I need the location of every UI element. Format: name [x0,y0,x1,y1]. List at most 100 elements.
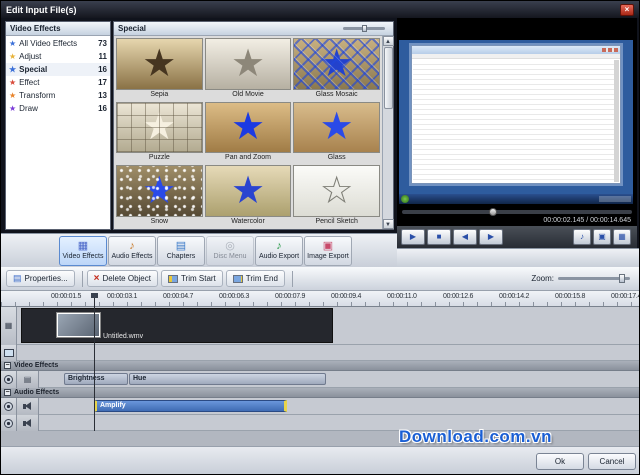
effect-label: Glass [293,153,380,163]
video-effects-group-header[interactable]: − Video Effects [1,361,640,371]
star-icon: ★ [117,166,202,216]
star-icon: ★ [294,103,379,153]
tab-video-effects[interactable]: ▦Video Effects [59,236,107,266]
close-button[interactable]: × [620,4,634,16]
audio-export-icon: ♪ [276,241,282,252]
tab-audio-export[interactable]: ♪Audio Export [255,236,303,266]
speaker-icon [23,402,33,411]
audio-effects-group-header[interactable]: − Audio Effects [1,388,640,398]
transition-track-gutter [1,345,17,361]
thumbnail-size-slider[interactable] [343,27,385,30]
delete-object-label: Delete Object [103,274,151,283]
effect-thumbnail[interactable]: ★Glass Mosaic [293,38,380,100]
effect-thumbnail[interactable]: ★Puzzle [116,102,203,164]
category-star-icon: ★ [9,79,16,87]
seek-bar[interactable] [402,210,632,214]
video-track-lane[interactable]: Untitled.wmv [17,307,640,345]
trim-end-icon [233,275,243,283]
effect-thumbnail[interactable]: ★Glass [293,102,380,164]
slider-handle[interactable] [362,25,367,32]
gallery-scrollbar[interactable]: ▲ ▼ [382,36,393,229]
audio-effect-clip-amplify[interactable]: Amplify [94,400,287,412]
eye-icon[interactable] [4,419,13,428]
video-effects-lane[interactable]: BrightnessHue [39,371,640,388]
eye-icon[interactable] [4,402,13,411]
tab-chapters[interactable]: ▤Chapters [157,236,205,266]
collapse-icon[interactable]: − [4,362,11,369]
video-clip[interactable]: Untitled.wmv [21,308,333,343]
scrollbar-thumb[interactable] [384,47,393,109]
transition-track-lane[interactable] [17,345,640,361]
volume-button[interactable]: ♪ [573,229,591,245]
stop-button[interactable]: ■ [427,229,451,245]
scroll-down-icon[interactable]: ▼ [383,219,394,229]
effect-thumbnail[interactable]: ★Pan and Zoom [205,102,292,164]
effects-category-item[interactable]: ★Adjust11 [6,50,110,63]
delete-object-button[interactable]: × Delete Object [87,270,158,287]
preview-panel: 00:00:02.145 / 00:00:14.645 ▶ ■ ◀ ▶ ♪ ▣ … [397,18,637,248]
effect-label: Snow [116,217,203,227]
effects-category-item[interactable]: ★Draw16 [6,102,110,115]
effects-category-item[interactable]: ★All Video Effects73 [6,37,110,50]
play-icon: ▶ [410,233,416,241]
title-bar[interactable]: Edit Input File(s) × [1,1,639,18]
preview-window-titlebar [412,46,621,54]
ok-button[interactable]: Ok [536,453,584,470]
speaker-icon [23,419,33,428]
scroll-up-icon[interactable]: ▲ [383,36,394,46]
preview-window-menubar [412,54,621,59]
category-count: 17 [98,78,107,87]
effect-thumbnail[interactable]: ★Snow [116,165,203,227]
eye-icon[interactable] [4,375,13,384]
properties-button[interactable]: ▤ Properties... [6,270,75,287]
play-button[interactable]: ▶ [401,229,425,245]
trim-start-icon [168,275,178,283]
tab-audio-effects[interactable]: ♪Audio Effects [108,236,156,266]
seek-handle[interactable] [489,208,497,216]
preview-taskbar [399,194,633,204]
effect-thumbnail[interactable]: ★Sepia [116,38,203,100]
video-track-row: ▦ Untitled.wmv [1,307,640,345]
effect-clip-hue[interactable]: Hue [129,373,326,385]
ruler-tick-label: 00:00:09.4 [331,293,361,300]
ruler-tick-label: 00:00:04.7 [163,293,193,300]
preview-window-content [413,60,615,182]
cancel-button[interactable]: Cancel [588,453,636,470]
effect-thumbnail[interactable]: ★Watercolor [205,165,292,227]
timeline-zoom-slider[interactable] [558,277,630,280]
snapshot-button[interactable]: ▣ [593,229,611,245]
volume-icon: ♪ [580,233,584,241]
category-count: 16 [98,65,107,74]
trim-end-button[interactable]: Trim End [226,270,285,287]
category-label: Effect [19,78,98,87]
effects-category-item[interactable]: ★Transform13 [6,89,110,102]
effect-clip-brightness[interactable]: Brightness [64,373,128,385]
effect-thumbnail[interactable]: ★Old Movie [205,38,292,100]
edit-input-files-dialog: Edit Input File(s) × Video Effects ★All … [0,0,640,475]
zoom-slider-handle[interactable] [619,274,625,283]
disc-icon: ◎ [225,241,235,252]
previous-frame-icon: ◀ [462,233,468,241]
category-label: Adjust [19,52,98,61]
star-icon: ★ [117,39,202,89]
tab-label: Chapters [167,253,195,261]
audio-effects-lane[interactable]: Amplify [39,398,640,415]
trim-end-label: Trim End [246,274,278,283]
tab-image-export[interactable]: ▣Image Export [304,236,352,266]
category-star-icon: ★ [9,53,16,61]
trim-start-button[interactable]: Trim Start [161,270,223,287]
effects-category-item[interactable]: ★Effect17 [6,76,110,89]
main-area: Video Effects ★All Video Effects73★Adjus… [1,18,640,248]
time-display: 00:00:02.145 / 00:00:14.645 [543,217,631,224]
category-label: All Video Effects [19,39,98,48]
chapters-icon: ▤ [176,241,186,252]
previous-frame-button[interactable]: ◀ [453,229,477,245]
playhead[interactable] [94,293,95,431]
effect-thumbnail[interactable]: ☆Pencil Sketch [293,165,380,227]
display-mode-button[interactable]: ▦ [613,229,631,245]
next-frame-button[interactable]: ▶ [479,229,503,245]
collapse-icon[interactable]: − [4,389,11,396]
effects-category-item[interactable]: ★Special16 [6,63,110,76]
star-icon: ★ [117,103,202,153]
ruler-tick-label: 00:00:14.2 [499,293,529,300]
